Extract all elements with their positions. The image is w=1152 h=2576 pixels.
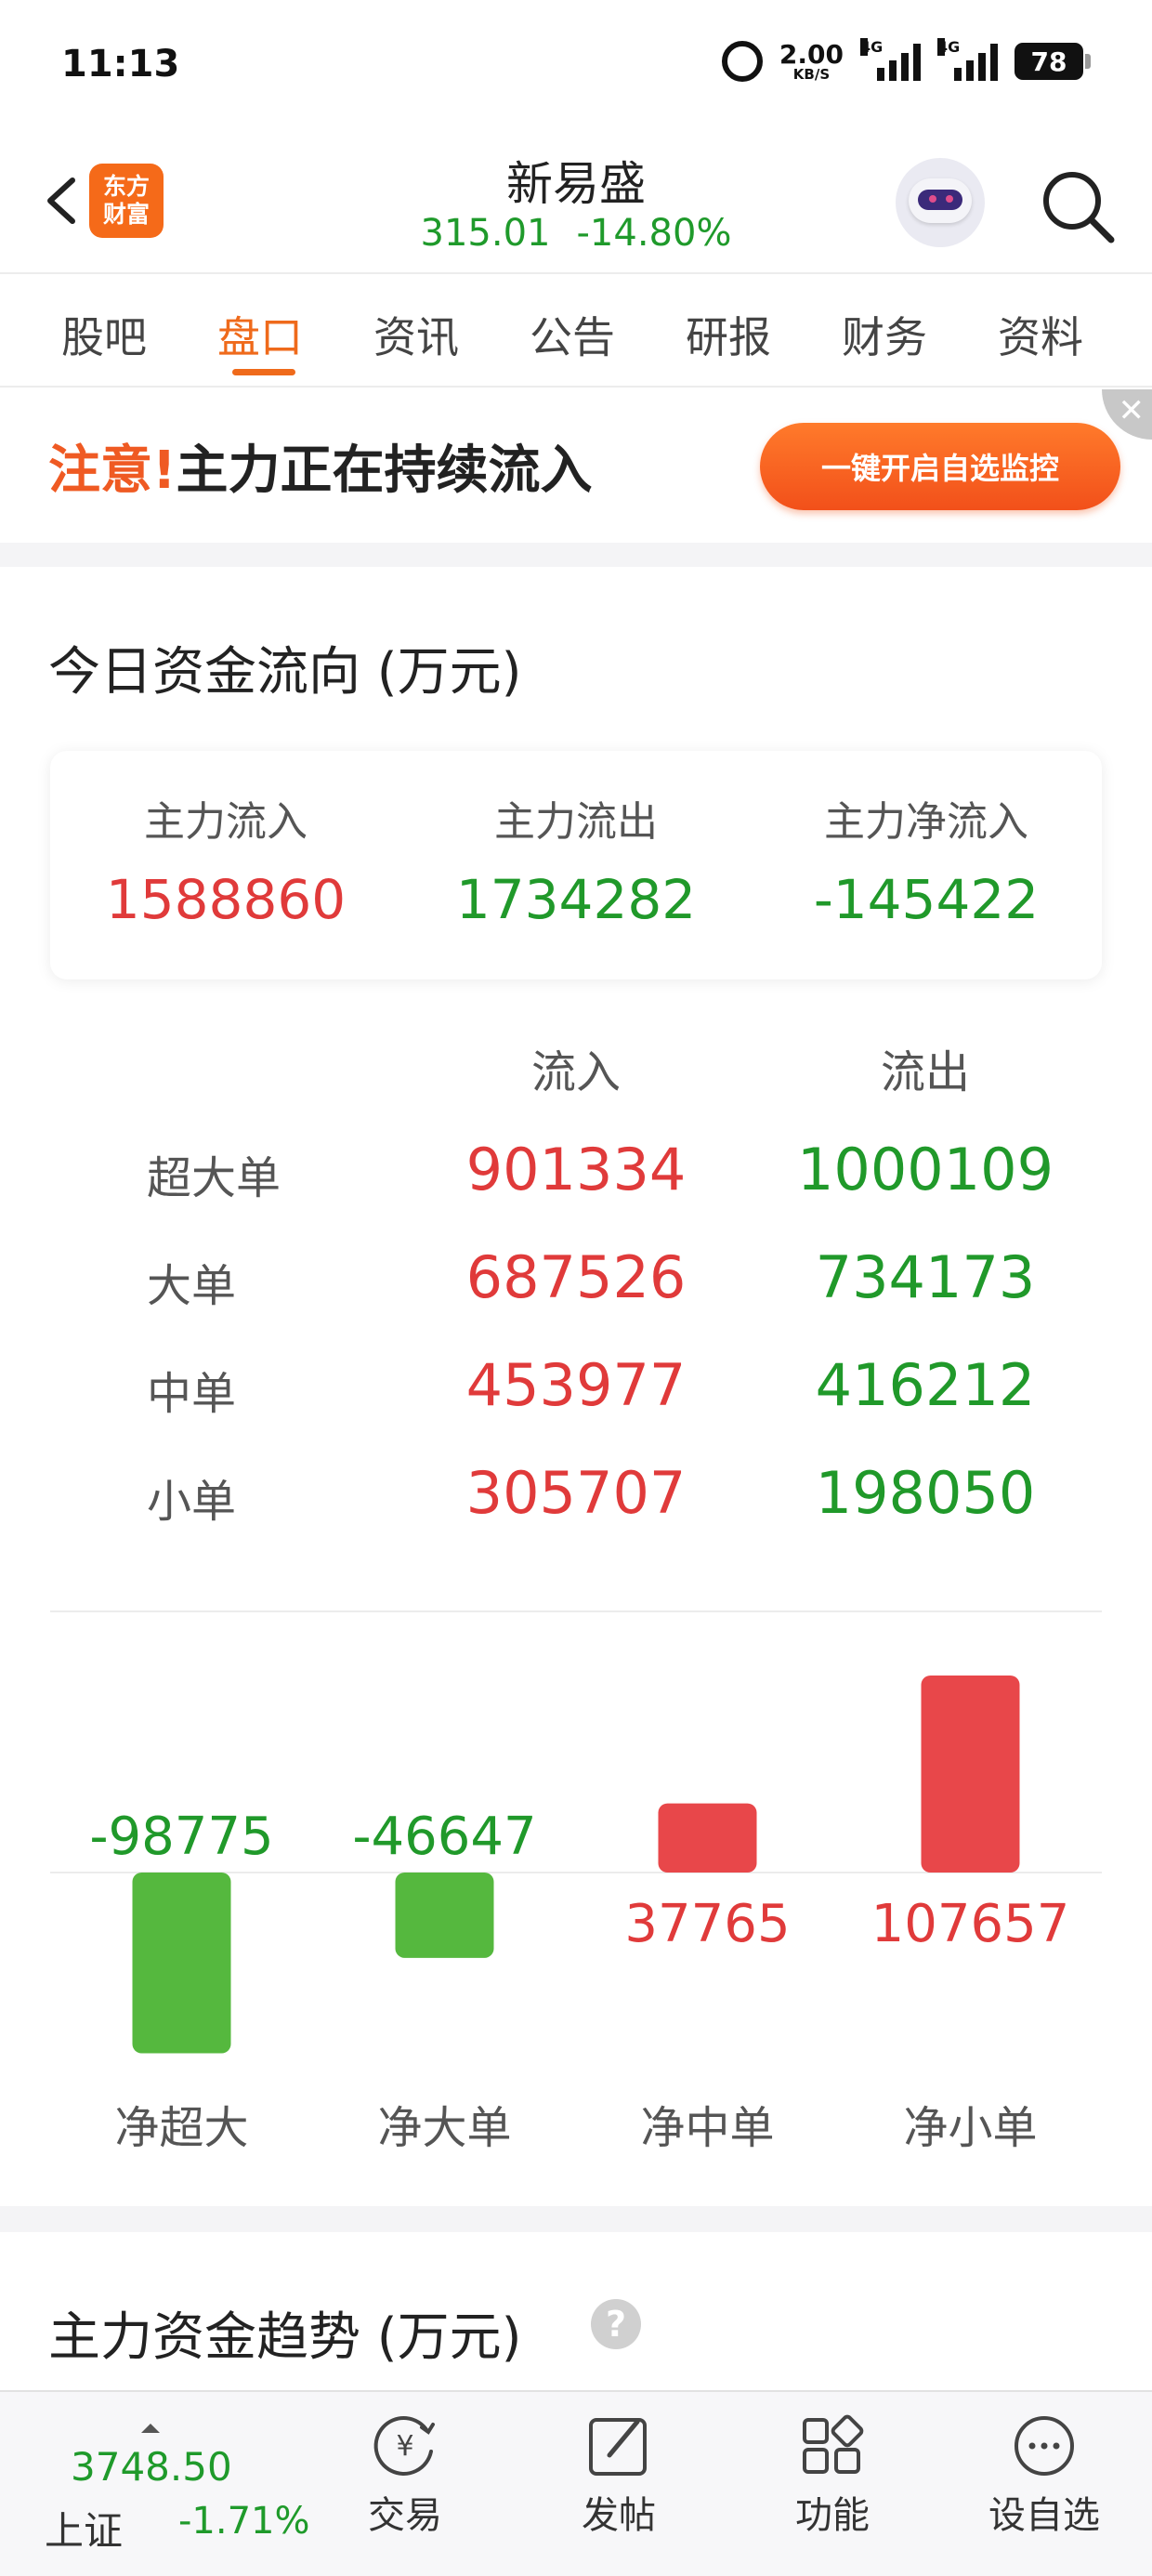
index-change: -1.71% (178, 2500, 310, 2543)
apps-icon (803, 2414, 864, 2474)
tab-bar: 股吧 盘口 资讯 公告 研报 财务 资料 (0, 276, 1152, 388)
nav-compose[interactable]: 发帖 (535, 2411, 702, 2539)
main-outflow-label: 主力流出 (494, 798, 658, 846)
row-inflow: 687526 (465, 1243, 687, 1311)
signal-icon: 4G (860, 38, 921, 81)
chart-bar (658, 1803, 757, 1873)
chart-bar (132, 1873, 231, 2054)
promo-message: 主力正在持续流入 (176, 440, 593, 501)
tab-announcements[interactable]: 公告 (530, 304, 615, 365)
row-inflow: 305707 (465, 1459, 687, 1527)
stock-price: 315.01 (420, 212, 551, 255)
nav-trade-label: 交易 (368, 2494, 442, 2537)
close-icon[interactable]: ✕ (1102, 389, 1152, 440)
chart-category-label: 净大单 (377, 2102, 511, 2154)
nav-header: 东方 财富 新易盛 315.01 -14.80% (0, 130, 1152, 274)
tab-news[interactable]: 资讯 (373, 304, 459, 365)
chart-value-label: -98775 (89, 1807, 273, 1867)
signal-label-2: 4G (937, 38, 961, 56)
net-flow-bar-chart: -98775 净超大 -46647 净大单 37765 净中单 107657 净小单 (50, 1636, 1102, 2156)
inflow-header: 流入 (530, 1046, 621, 1098)
table-row: 大单 687526 734173 (0, 1223, 1152, 1331)
network-speed-unit: KB/S (792, 65, 831, 83)
nav-functions[interactable]: 功能 (749, 2411, 916, 2539)
main-inflow-summary: 主力流入 1588860 (50, 788, 401, 931)
network-speed: 2.00 KB/S (779, 38, 844, 83)
main-outflow-summary: 主力流出 1734282 (400, 788, 752, 931)
bottom-nav: 3748.50 上证 -1.71% ¥ 交易 发帖 功能 设自选 (0, 2390, 1152, 2576)
status-bar: 11:13 2.00 KB/S 4G 4G 78 (0, 0, 1152, 130)
index-value: 3748.50 (71, 2444, 232, 2490)
nav-compose-label: 发帖 (582, 2494, 656, 2537)
main-net-inflow-value: -145422 (813, 868, 1040, 931)
trend-title: 主力资金趋势 (万元) (48, 2307, 522, 2368)
main-inflow-label: 主力流入 (144, 798, 308, 846)
battery-icon: 78 (1015, 43, 1091, 80)
compose-icon (589, 2418, 647, 2476)
divider (50, 1610, 1102, 1612)
tab-profile[interactable]: 资料 (998, 304, 1083, 365)
table-row: 小单 305707 198050 (0, 1439, 1152, 1546)
table-row: 中单 453977 416212 (0, 1331, 1152, 1439)
alarm-icon (721, 41, 763, 82)
tab-guba[interactable]: 股吧 (61, 304, 147, 365)
section-divider (0, 543, 1152, 567)
tab-research[interactable]: 研报 (686, 304, 771, 365)
section-divider (0, 2206, 1152, 2232)
assistant-robot-icon[interactable] (896, 158, 985, 247)
row-label: 超大单 (147, 1152, 281, 1204)
promo-banner[interactable]: 注意!主力正在持续流入 一键开启自选监控 ✕ (0, 389, 1152, 543)
expand-up-icon (141, 2424, 160, 2433)
trade-icon: ¥ (373, 2416, 435, 2476)
chart-bar (395, 1873, 494, 1958)
chart-bar (921, 1676, 1020, 1873)
nav-functions-label: 功能 (795, 2494, 870, 2537)
index-name: 上证 (45, 2508, 124, 2554)
signal-icon-2: 4G (937, 38, 998, 81)
row-outflow: 1000109 (796, 1136, 1054, 1203)
nav-trade[interactable]: ¥ 交易 (321, 2411, 489, 2539)
help-icon[interactable]: ? (591, 2299, 641, 2349)
row-label: 小单 (147, 1476, 237, 1528)
network-speed-value: 2.00 (779, 38, 844, 70)
status-icons: 2.00 KB/S 4G 4G 78 (721, 38, 1091, 83)
chart-value-label: -46647 (352, 1807, 536, 1867)
signal-label: 4G (860, 38, 884, 56)
promo-text: 注意!主力正在持续流入 (48, 428, 593, 504)
fund-flow-title: 今日资金流向 (万元) (48, 642, 522, 703)
nav-add-watchlist-label: 设自选 (988, 2494, 1100, 2537)
active-tab-indicator (232, 369, 295, 375)
fund-flow-summary-card: 主力流入 1588860 主力流出 1734282 主力净流入 -145422 (50, 751, 1102, 979)
row-outflow: 198050 (815, 1459, 1036, 1527)
row-label: 中单 (147, 1368, 237, 1420)
stock-change: -14.80% (576, 212, 732, 255)
main-net-inflow-summary: 主力净流入 -145422 (751, 788, 1102, 931)
chart-category-label: 净小单 (903, 2102, 1037, 2154)
chart-category-label: 净中单 (640, 2102, 774, 2154)
main-inflow-value: 1588860 (105, 868, 347, 931)
chart-category-label: 净超大 (114, 2102, 248, 2154)
tab-pankou[interactable]: 盘口 (217, 304, 303, 365)
row-inflow: 901334 (465, 1136, 687, 1203)
table-row: 超大单 901334 1000109 (0, 1115, 1152, 1223)
main-outflow-value: 1734282 (455, 868, 697, 931)
nav-add-watchlist[interactable]: 设自选 (961, 2411, 1128, 2539)
status-time: 11:13 (61, 43, 180, 85)
svg-text:¥: ¥ (396, 2430, 413, 2463)
tab-financials[interactable]: 财务 (842, 304, 927, 365)
promo-warning: 注意! (48, 440, 177, 501)
chart-value-label: 107657 (871, 1894, 1070, 1954)
main-net-inflow-label: 主力净流入 (824, 798, 1028, 846)
enable-monitoring-button[interactable]: 一键开启自选监控 (760, 423, 1120, 510)
chart-value-label: 37765 (624, 1894, 790, 1954)
search-icon[interactable] (1039, 167, 1117, 245)
row-outflow: 734173 (815, 1243, 1036, 1311)
row-label: 大单 (147, 1260, 237, 1312)
row-inflow: 453977 (465, 1351, 687, 1419)
row-outflow: 416212 (815, 1351, 1036, 1419)
net-flow-chart-svg: -98775 净超大 -46647 净大单 37765 净中单 107657 净小单 (50, 1676, 1102, 2154)
more-icon (1015, 2416, 1074, 2476)
outflow-header: 流出 (880, 1046, 970, 1098)
